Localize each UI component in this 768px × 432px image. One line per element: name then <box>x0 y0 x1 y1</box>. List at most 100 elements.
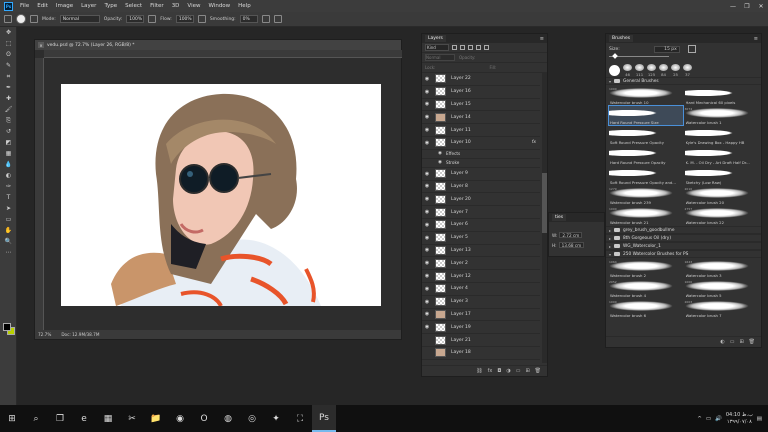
brush-preset[interactable]: 1000 Watercolor brush 6 <box>609 299 683 318</box>
recent-brush[interactable]: 46 <box>623 64 632 77</box>
brush-preset[interactable]: Soft Round Pressure Opacity <box>609 126 683 145</box>
layer-fx-badge[interactable]: fx <box>532 140 536 145</box>
filter-smart-object-icon[interactable] <box>484 45 489 50</box>
close-tab-icon[interactable]: × <box>38 42 44 48</box>
visibility-eye-icon[interactable]: ◉ <box>422 235 432 241</box>
eraser-icon[interactable]: ◩ <box>0 137 17 148</box>
layer-row[interactable]: ◉ Layer 22 <box>422 73 540 86</box>
visibility-eye-icon[interactable]: ◉ <box>422 114 432 120</box>
visibility-eye-icon[interactable]: ◉ <box>422 183 432 189</box>
visibility-eye-icon[interactable]: ◉ <box>422 76 432 82</box>
height-input[interactable]: 13.68 cm <box>558 242 585 248</box>
effect-visibility-icon[interactable]: ◉ <box>438 160 446 165</box>
move-icon[interactable]: ✥ <box>0 27 17 38</box>
tab-layers[interactable]: Layers <box>425 35 446 42</box>
notifications-icon[interactable]: ▤ <box>757 416 762 422</box>
chevron-right-icon[interactable]: ▸ <box>609 228 611 233</box>
visibility-eye-icon[interactable]: ◉ <box>422 273 432 279</box>
recent-brush[interactable]: 84 <box>659 64 668 77</box>
recent-brush[interactable]: 111 <box>635 64 644 77</box>
brush-group[interactable]: ▸ 8th Gorgeous Oil (dry) <box>606 234 761 242</box>
path-select-icon[interactable]: ➤ <box>0 203 17 214</box>
chevron-down-icon[interactable]: ▾ <box>609 79 611 84</box>
brush-group[interactable]: ▸ grey_brush_goodbullme <box>606 226 761 234</box>
visibility-eye-icon[interactable]: ◉ <box>422 311 432 317</box>
menu-image[interactable]: Image <box>52 3 77 9</box>
flow-field[interactable]: 100% <box>175 15 194 23</box>
effect-visibility-icon[interactable]: ◉ <box>438 151 446 156</box>
network-icon[interactable]: ▭ <box>706 416 711 422</box>
eyedropper-icon[interactable]: ✒ <box>0 82 17 93</box>
tray-arrow-icon[interactable]: ^ <box>697 416 702 422</box>
new-layer-icon[interactable]: ⊞ <box>525 368 529 374</box>
pressure-opacity-icon[interactable] <box>148 15 157 23</box>
layer-row[interactable]: ◉ Layer 2 <box>422 257 540 271</box>
menu-layer[interactable]: Layer <box>77 3 100 9</box>
group-icon[interactable]: ▭ <box>516 368 521 374</box>
calculator-icon[interactable]: ▦ <box>96 405 120 432</box>
visibility-eye-icon[interactable]: ◉ <box>422 324 432 330</box>
layer-row[interactable]: ◉ Layer 16 <box>422 86 540 99</box>
mode-select[interactable]: Normal <box>59 15 100 23</box>
visibility-eye-icon[interactable]: ◉ <box>422 222 432 228</box>
recent-brush[interactable]: 125 <box>647 64 656 77</box>
volume-icon[interactable]: 🔊 <box>715 416 722 422</box>
history-brush-icon[interactable]: ↺ <box>0 126 17 137</box>
layer-row[interactable]: ◉ Layer 4 <box>422 283 540 296</box>
brush-tip-picker[interactable] <box>16 14 26 24</box>
visibility-eye-icon[interactable]: ◉ <box>422 101 432 107</box>
layer-row[interactable]: ◉ Layer 14 <box>422 111 540 125</box>
chevron-right-icon[interactable]: ▸ <box>609 236 611 241</box>
shape-icon[interactable]: ▭ <box>0 214 17 225</box>
brush-preset[interactable]: 1279 Watercolor brush 239 <box>609 186 683 205</box>
menu-window[interactable]: Window <box>204 3 234 9</box>
layer-row[interactable]: ◉ Layer 20 <box>422 193 540 207</box>
menu-help[interactable]: Help <box>234 3 255 9</box>
chrome-icon[interactable]: ◉ <box>168 405 192 432</box>
layer-row[interactable]: ◉ Layer 5 <box>422 232 540 245</box>
new-group-icon[interactable]: ▭ <box>730 339 735 345</box>
pen-icon[interactable]: ✑ <box>0 181 17 192</box>
app-icon[interactable]: ✦ <box>264 405 288 432</box>
snipping-icon[interactable]: ✂ <box>120 405 144 432</box>
visibility-eye-icon[interactable]: ◉ <box>422 247 432 253</box>
filter-type-icon[interactable] <box>468 45 473 50</box>
brush-group[interactable]: ▾ General Brushes <box>606 77 761 85</box>
recent-brush[interactable]: 37 <box>683 64 692 77</box>
photoshop-icon[interactable]: Ps <box>312 405 336 432</box>
brush-preset[interactable]: 2052 Watercolor brush 4 <box>609 279 683 298</box>
layer-row[interactable]: ◉ Layer 17 <box>422 309 540 322</box>
link-icon[interactable]: ⛓ <box>476 368 482 374</box>
brush-angle-icon[interactable] <box>687 45 696 53</box>
current-brush-preview[interactable] <box>609 65 620 76</box>
kind-filter-select[interactable]: Kind <box>425 44 449 51</box>
width-input[interactable]: 2.72 cm <box>559 232 583 238</box>
clock[interactable]: 04:10 ب.ظ ۱۳۹۹/۰۷/۰۸ <box>726 412 753 426</box>
smoothing-field[interactable]: 0% <box>239 15 258 23</box>
filter-pixel-icon[interactable] <box>452 45 457 50</box>
horizontal-ruler[interactable] <box>44 50 402 58</box>
panel-menu-icon[interactable]: ≡ <box>540 36 544 42</box>
brush-preset[interactable]: 1000 Watercolor brush 5 <box>684 279 759 298</box>
visibility-eye-icon[interactable]: ◉ <box>422 140 432 146</box>
layer-row[interactable]: ◉ Layer 3 <box>422 296 540 309</box>
fx-icon[interactable]: fx <box>488 368 493 374</box>
zoom-level[interactable]: 72.7% <box>38 332 51 337</box>
type-icon[interactable]: T <box>0 192 17 203</box>
brush-preview-toggle-icon[interactable]: ◐ <box>720 339 724 345</box>
scroll-thumb[interactable] <box>542 173 547 233</box>
media-icon[interactable]: ◎ <box>240 405 264 432</box>
zoom-icon[interactable]: 🔍 <box>0 236 17 247</box>
visibility-eye-icon[interactable]: ◉ <box>422 299 432 305</box>
chevron-right-icon[interactable]: ▸ <box>609 244 611 249</box>
layers-scrollbar[interactable] <box>542 73 547 363</box>
brush-preset[interactable]: Hard Mechanical 60 pixels <box>684 86 759 105</box>
recent-brush[interactable]: 25 <box>671 64 680 77</box>
brush-preset[interactable]: Hard Round Pressure Opacity <box>609 146 683 165</box>
brush-preset[interactable]: 2757 Watercolor brush 22 <box>684 206 759 225</box>
brush-preset-icon[interactable] <box>4 15 12 23</box>
brush-group[interactable]: ▾ 250 Watercolor Brushes for PS <box>606 250 761 258</box>
healing-icon[interactable]: ✚ <box>0 93 17 104</box>
brush-preset[interactable]: K. M. - Oil Dry - Art Draft Half Dr... <box>684 146 759 165</box>
size-slider-knob[interactable] <box>612 53 618 59</box>
